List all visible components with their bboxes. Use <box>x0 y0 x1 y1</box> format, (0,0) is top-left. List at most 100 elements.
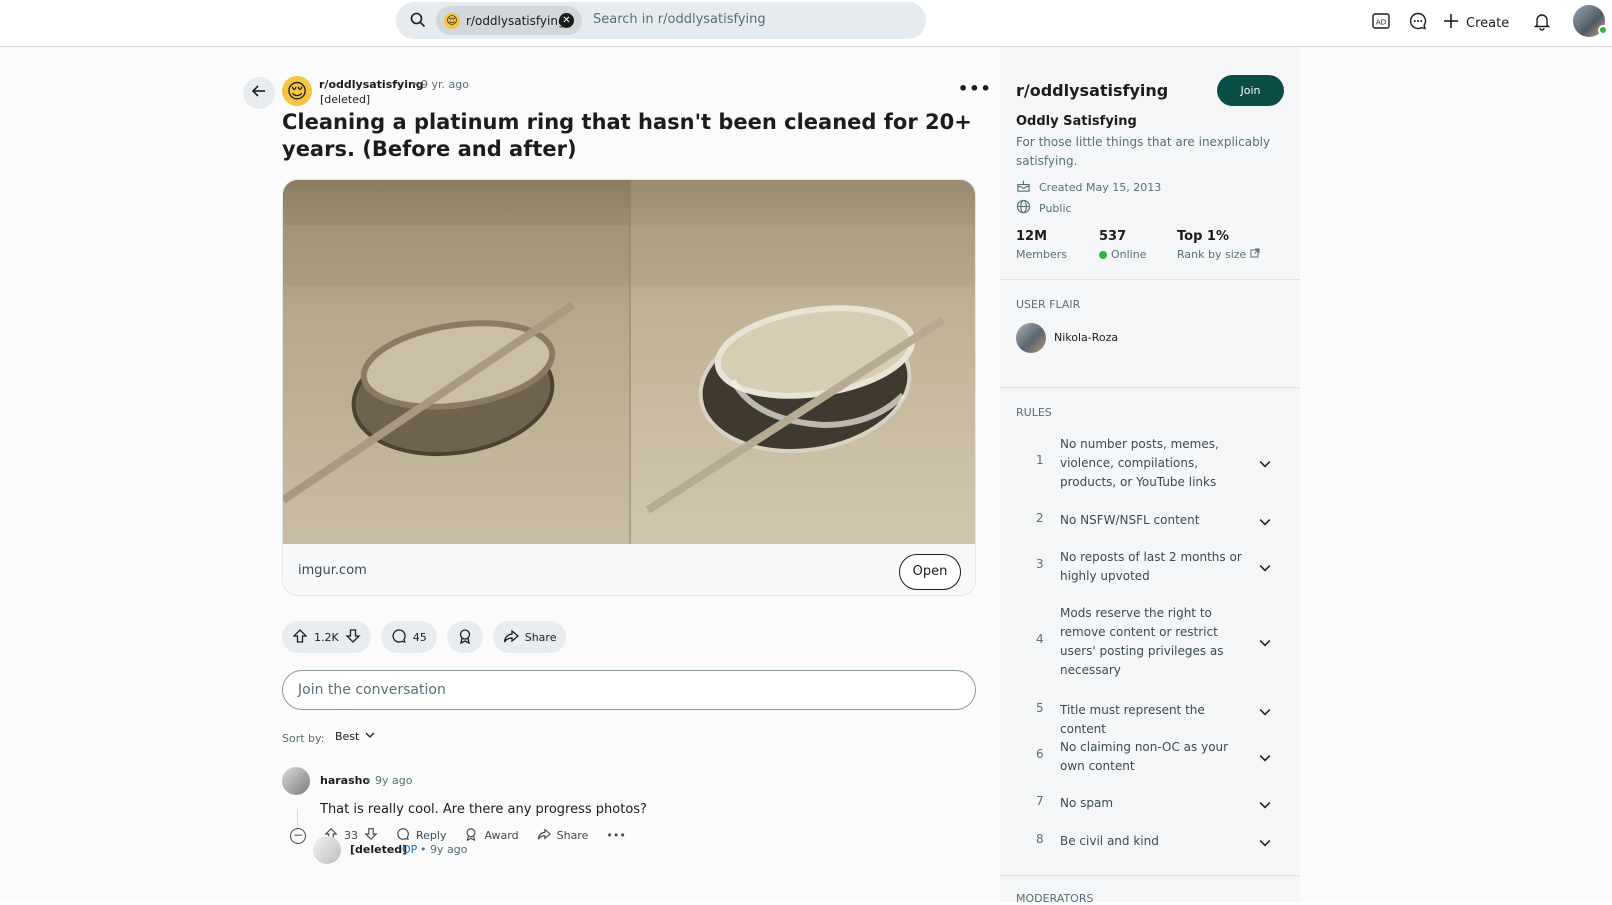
media-domain[interactable]: imgur.com <box>298 563 367 578</box>
globe-icon <box>1016 199 1031 217</box>
vote-pill: 1.2K <box>282 621 371 653</box>
reply-age: • 9y ago <box>420 843 468 856</box>
chevron-down-icon <box>365 730 375 743</box>
post-author: [deleted] <box>320 93 371 106</box>
chevron-down-icon <box>1259 559 1271 578</box>
comment-avatar[interactable] <box>282 767 310 795</box>
rule-text: No number posts, memes, violence, compil… <box>1060 437 1219 489</box>
comment-actions: − 33 Reply Award Share ••• <box>290 827 626 844</box>
chevron-down-icon <box>1259 634 1271 653</box>
moderators-heading: MODERATORS <box>1016 892 1094 905</box>
collapse-icon[interactable]: − <box>290 827 306 844</box>
created-date: Created May 15, 2013 <box>1039 180 1162 194</box>
community-sidebar: r/oddlysatisfying Join Oddly Satisfying … <box>1000 47 1300 905</box>
rule-number: 8 <box>1036 832 1044 846</box>
join-button[interactable]: Join <box>1217 75 1284 106</box>
search-scope-label: r/oddlysatisfying <box>466 13 566 28</box>
rule-number: 5 <box>1036 701 1044 715</box>
rank-value: Top 1% <box>1177 229 1229 244</box>
bell-icon[interactable] <box>1532 11 1552 35</box>
rule-text: No NSFW/NSFL content <box>1060 513 1200 527</box>
rule-text: Title must represent the content <box>1060 703 1205 736</box>
comment-icon <box>396 827 410 844</box>
flair-username[interactable]: Nikola-Roza <box>1054 331 1118 344</box>
chevron-down-icon <box>1259 513 1271 532</box>
comment-input[interactable]: Join the conversation <box>282 670 976 710</box>
sort-label: Sort by: <box>282 732 325 745</box>
comment-vote-count: 33 <box>344 829 358 842</box>
divider <box>1000 279 1300 280</box>
search-bar[interactable]: 😌 r/oddlysatisfying ✕ Search in r/oddlys… <box>396 2 926 39</box>
comment-author[interactable]: harasho <box>320 774 370 787</box>
open-link-button[interactable]: Open <box>899 554 961 590</box>
post-image[interactable] <box>283 180 975 544</box>
community-name: Oddly Satisfying <box>1016 114 1137 129</box>
subreddit-emoji-icon: 😌 <box>444 12 460 29</box>
create-button[interactable]: Create <box>1442 10 1509 36</box>
comment-more-button[interactable]: ••• <box>606 829 625 842</box>
award-label: Award <box>484 829 519 842</box>
vote-count: 1.2K <box>314 630 339 644</box>
community-title: r/oddlysatisfying <box>1016 81 1169 100</box>
rule-number: 3 <box>1036 557 1044 571</box>
op-badge: OP <box>402 843 418 856</box>
close-icon[interactable]: ✕ <box>559 13 574 28</box>
rank-label: Rank by size <box>1177 248 1247 261</box>
rule-number: 1 <box>1036 453 1044 467</box>
award-comment-button[interactable]: Award <box>464 827 519 844</box>
comment-body: That is really cool. Are there any progr… <box>320 802 647 817</box>
back-button[interactable] <box>243 77 275 109</box>
share-button[interactable]: Share <box>492 621 567 653</box>
svg-text:AD: AD <box>1376 19 1386 27</box>
visibility-row: Public <box>1016 199 1072 217</box>
downvote-icon[interactable] <box>345 628 361 647</box>
members-label: Members <box>1016 248 1067 261</box>
stat-rank[interactable]: Top 1% Rank by size <box>1177 229 1260 261</box>
chevron-down-icon <box>1259 796 1271 815</box>
chevron-down-icon <box>1259 703 1271 722</box>
share-label: Share <box>524 630 557 644</box>
top-bar: 😌 r/oddlysatisfying ✕ Search in r/oddlys… <box>0 0 1612 47</box>
search-scope-chip[interactable]: 😌 r/oddlysatisfying ✕ <box>436 6 582 35</box>
sort-value: Best <box>335 730 360 743</box>
reply-author[interactable]: [deleted] <box>350 843 407 856</box>
share-icon <box>503 628 519 647</box>
rule-text: No reposts of last 2 months or highly up… <box>1060 550 1242 583</box>
comment-age: • 9y ago <box>365 774 413 787</box>
post-subreddit-link[interactable]: r/oddlysatisfying <box>319 78 424 91</box>
user-flair-heading: USER FLAIR <box>1016 298 1081 311</box>
thread-line <box>297 809 298 829</box>
award-icon <box>464 827 478 844</box>
rule-number: 2 <box>1036 511 1044 525</box>
media-footer: imgur.com Open <box>283 544 975 595</box>
comments-button[interactable]: 45 <box>380 621 437 653</box>
search-input[interactable]: Search in r/oddlysatisfying <box>593 12 766 27</box>
stat-members: 12M Members <box>1016 229 1067 261</box>
comment-icon <box>391 628 407 647</box>
rule-text: No spam <box>1060 796 1114 810</box>
rule-number: 6 <box>1036 747 1044 761</box>
upvote-icon[interactable] <box>292 628 308 647</box>
reply-avatar[interactable] <box>313 836 341 864</box>
chevron-down-icon <box>1259 749 1271 768</box>
award-button[interactable] <box>446 621 483 653</box>
divider <box>1000 875 1300 876</box>
rule-number: 4 <box>1036 632 1044 646</box>
sort-dropdown[interactable]: Best <box>335 730 375 743</box>
reply-label: Reply <box>416 829 447 842</box>
subreddit-avatar[interactable]: 😌 <box>282 76 312 106</box>
reply-button[interactable]: Reply <box>396 827 446 844</box>
share-comment-button[interactable]: Share <box>537 827 588 844</box>
members-count: 12M <box>1016 229 1048 244</box>
ad-icon[interactable]: AD <box>1371 11 1391 35</box>
share-icon <box>537 827 551 844</box>
chat-icon[interactable] <box>1408 11 1428 35</box>
divider <box>1000 387 1300 388</box>
online-count: 537 <box>1099 229 1127 244</box>
more-options-button[interactable]: ••• <box>958 79 992 98</box>
community-description: For those little things that are inexpli… <box>1016 135 1271 168</box>
external-link-icon <box>1250 248 1260 261</box>
media-card[interactable]: imgur.com Open <box>282 179 976 596</box>
flair-avatar <box>1016 323 1046 353</box>
downvote-icon[interactable] <box>364 827 378 844</box>
